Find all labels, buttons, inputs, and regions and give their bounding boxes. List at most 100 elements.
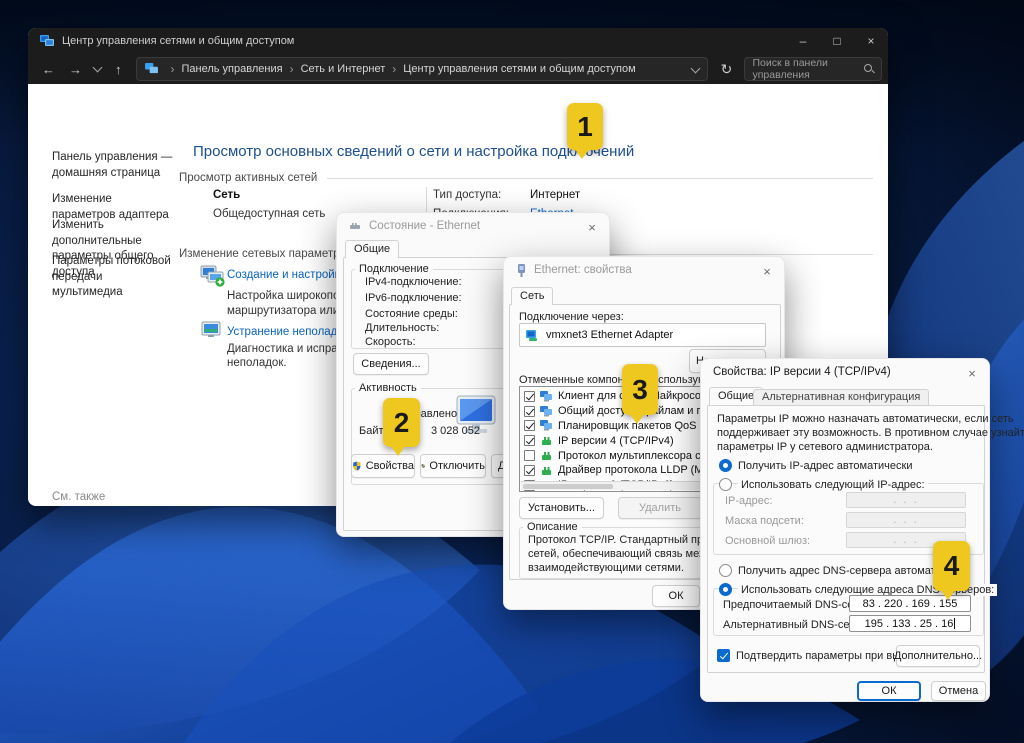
adapter-card-icon — [526, 329, 540, 341]
checkbox[interactable] — [524, 450, 535, 461]
tab-alternate-config[interactable]: Альтернативная конфигурация — [753, 389, 929, 405]
sidebar-item-media-streaming[interactable]: Параметры потоковой передачи мультимедиа — [52, 254, 174, 301]
validate-checkbox[interactable] — [717, 649, 730, 662]
search-input[interactable]: Поиск в панели управления — [744, 57, 882, 81]
crumb-separator: › — [290, 62, 294, 76]
checkbox[interactable] — [524, 420, 535, 431]
uninstall-button[interactable]: Удалить — [618, 497, 702, 519]
advanced-button[interactable]: Дополнительно... — [896, 645, 980, 667]
close-icon[interactable]: × — [963, 364, 981, 382]
intro-line: поддерживает эту возможность. В противно… — [717, 427, 1024, 439]
recent-pages-chevron-icon[interactable] — [93, 63, 103, 73]
radio-manual-ip[interactable] — [719, 478, 732, 491]
properties-button[interactable]: Свойства — [351, 454, 415, 478]
radio-manual-ip-label: Использовать следующий IP-адрес: — [738, 479, 928, 491]
breadcrumb-dropdown-chevron-icon[interactable] — [690, 63, 700, 73]
details-button[interactable]: Сведения... — [353, 353, 429, 375]
alternate-dns-field[interactable]: 195 . 133 . 25 . 16 — [849, 615, 971, 632]
ok-button[interactable]: ОК — [652, 585, 700, 607]
activity-group-label: Активность — [355, 382, 421, 394]
description-group-label: Описание — [523, 521, 582, 533]
subnet-mask-field[interactable]: . . . — [846, 512, 966, 528]
troubleshoot-desc-2: неполадок. — [227, 357, 287, 369]
cancel-button[interactable]: Отмена — [931, 681, 986, 701]
sidebar-item-home[interactable]: Панель управления — домашняя страница — [52, 150, 174, 181]
crumb-separator: › — [171, 62, 175, 76]
checkbox[interactable] — [524, 391, 535, 402]
bytes-value: 3 028 052 — [431, 425, 480, 437]
forward-icon[interactable]: → — [69, 62, 82, 77]
radio-manual-dns[interactable] — [719, 583, 732, 596]
disable-button[interactable]: Отключить — [420, 454, 486, 478]
up-icon[interactable]: ↑ — [115, 62, 122, 77]
back-icon[interactable]: ← — [42, 62, 55, 77]
gateway-label: Основной шлюз: — [725, 535, 810, 547]
checkbox[interactable] — [524, 465, 535, 476]
new-connection-icon — [200, 264, 225, 288]
speed-label: Скорость: — [365, 336, 416, 348]
access-type-value: Интернет — [530, 189, 580, 201]
close-icon[interactable]: × — [758, 262, 776, 280]
navigation-toolbar: ← → ↑ › Панель управления › Сеть и Интер… — [28, 54, 888, 84]
network-client-icon — [540, 391, 553, 402]
step-marker-1: 1 — [567, 103, 603, 150]
title-bar: Центр управления сетями и общим доступом… — [28, 28, 888, 54]
breadcrumb-control-panel[interactable]: Панель управления — [182, 63, 283, 75]
setup-desc-1: Настройка широкопол — [227, 290, 346, 302]
maximize-button[interactable]: □ — [820, 28, 854, 54]
network-client-icon — [540, 420, 553, 431]
refresh-icon[interactable]: ↻ — [714, 57, 740, 81]
see-also-heading: См. также — [52, 490, 174, 506]
step-marker-2: 2 — [383, 398, 420, 447]
text-caret — [954, 618, 955, 629]
ipv6-row-label: IPv6-подключение: — [365, 292, 462, 304]
minimize-button[interactable]: – — [786, 28, 820, 54]
troubleshoot-icon — [200, 320, 225, 344]
checkbox[interactable] — [524, 406, 535, 417]
install-button[interactable]: Установить... — [519, 497, 604, 519]
network-kind: Общедоступная сеть — [213, 208, 325, 220]
troubleshoot-desc-1: Диагностика и исправл — [227, 343, 350, 355]
breadcrumb-current[interactable]: Центр управления сетями и общим доступом — [403, 63, 635, 75]
crumb-separator: › — [392, 62, 396, 76]
setup-desc-2: маршрутизатора или т — [227, 305, 348, 317]
uac-shield-icon — [352, 460, 362, 472]
adapter-field: vmxnet3 Ethernet Adapter — [519, 323, 766, 347]
duration-label: Длительность: — [365, 322, 439, 334]
tab-network[interactable]: Сеть — [511, 287, 553, 305]
ip-address-label: IP-адрес: — [725, 495, 772, 507]
breadcrumb[interactable]: › Панель управления › Сеть и Интернет › … — [136, 57, 708, 81]
breadcrumb-network-internet[interactable]: Сеть и Интернет — [301, 63, 386, 75]
protocol-icon — [540, 450, 553, 461]
connect-via-label: Подключение через: — [519, 311, 624, 323]
media-state-label: Состояние среды: — [365, 308, 458, 320]
protocol-icon — [540, 465, 553, 476]
close-button[interactable]: × — [854, 28, 888, 54]
radio-auto-dns[interactable] — [719, 564, 732, 577]
dialog-title: Свойства: IP версии 4 (TCP/IPv4) — [713, 366, 891, 378]
radio-auto-ip-label: Получить IP-адрес автоматически — [738, 460, 912, 472]
subnet-mask-label: Маска подсети: — [725, 515, 804, 527]
window-title: Центр управления сетями и общим доступом — [62, 35, 294, 47]
search-icon — [864, 64, 872, 74]
step-marker-4: 4 — [933, 541, 970, 591]
protocol-icon — [540, 435, 553, 446]
close-icon[interactable]: × — [583, 218, 601, 236]
connection-group-label: Подключение — [355, 263, 433, 275]
network-name: Сеть — [213, 189, 240, 201]
breadcrumb-app-icon — [145, 63, 158, 75]
ipv4-row-label: IPv4-подключение: — [365, 276, 462, 288]
ethernet-status-icon — [350, 222, 362, 230]
network-client-icon — [540, 406, 553, 417]
intro-line: Параметры IP можно назначать автоматичес… — [717, 413, 1014, 425]
step-marker-3: 3 — [622, 364, 658, 415]
uac-shield-icon — [421, 460, 425, 472]
checkbox[interactable] — [524, 435, 535, 446]
adapter-icon — [517, 264, 526, 277]
ok-button[interactable]: ОК — [857, 681, 921, 701]
ip-address-field[interactable]: . . . — [846, 492, 966, 508]
dialog-title: Ethernet: свойства — [534, 264, 632, 276]
tab-general[interactable]: Общие — [345, 240, 399, 258]
radio-auto-ip[interactable] — [719, 459, 732, 472]
section-active-networks: Просмотр активных сетей — [179, 172, 873, 184]
